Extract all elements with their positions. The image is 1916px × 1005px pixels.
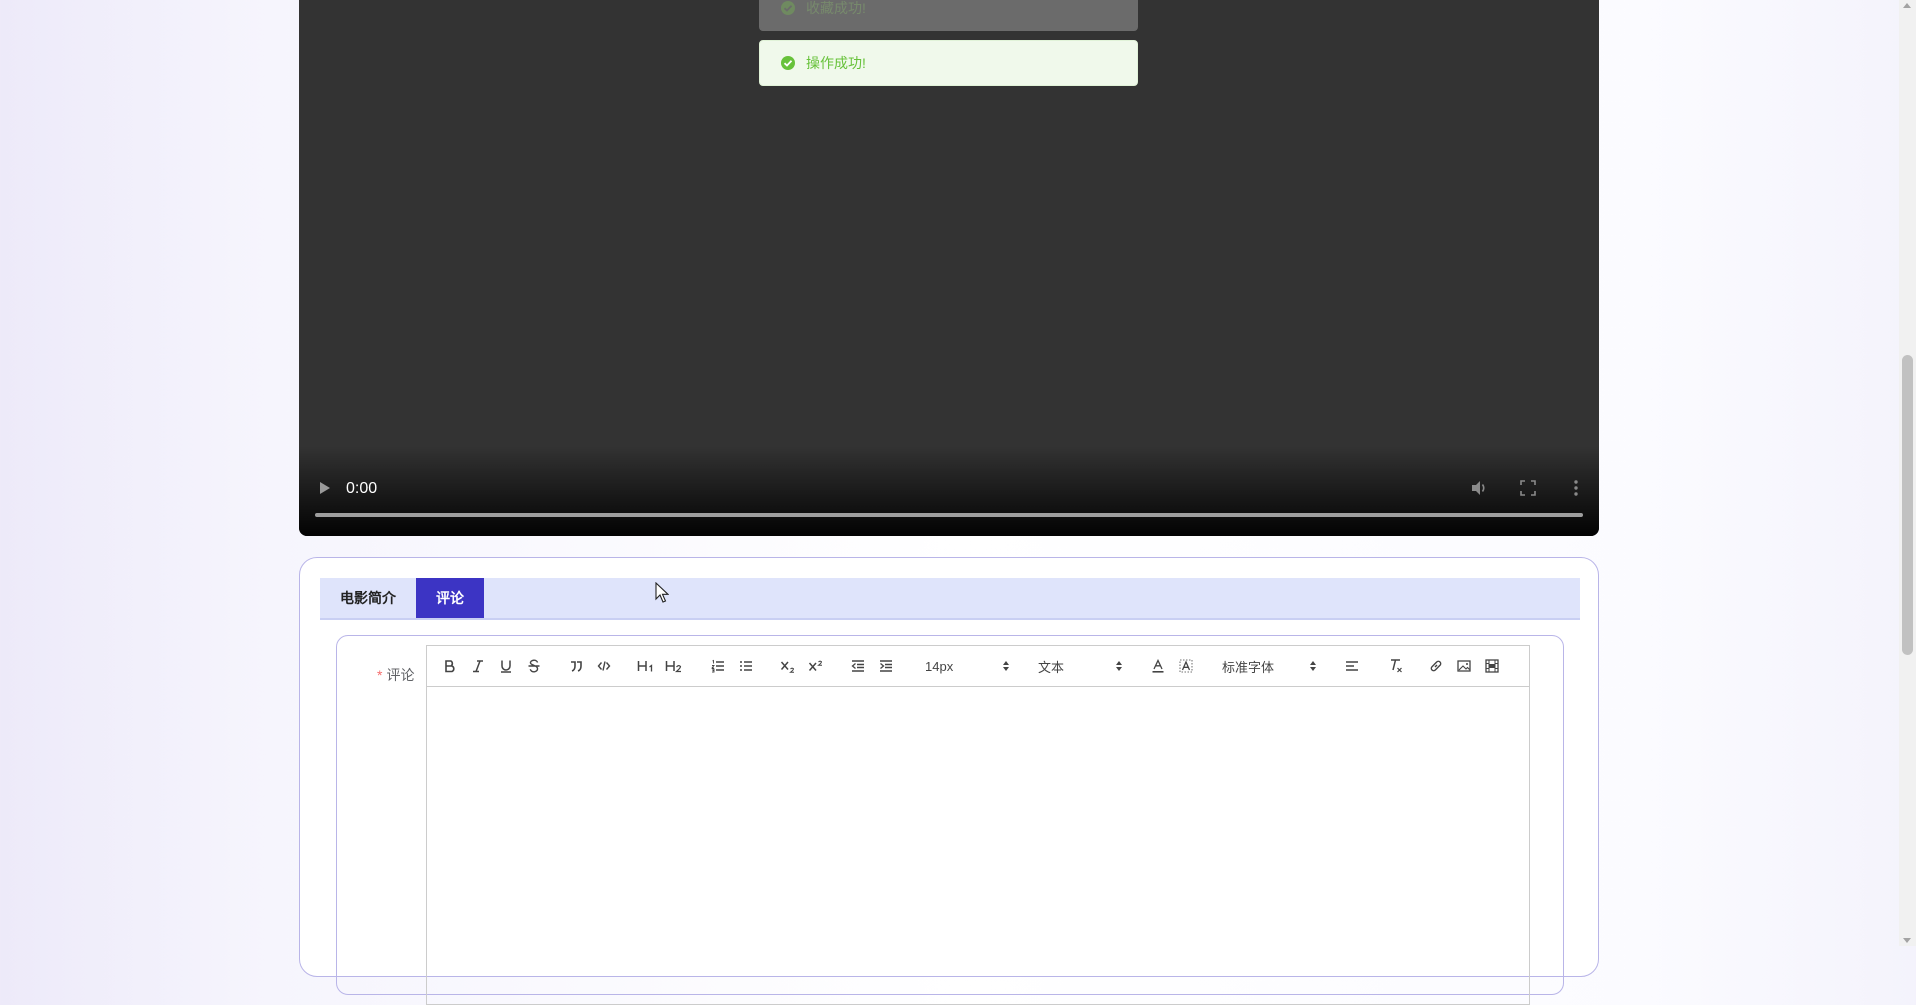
- scrollbar-thumb[interactable]: [1902, 355, 1913, 655]
- select-arrows-icon: [1116, 661, 1122, 671]
- ordered-list-icon[interactable]: [709, 657, 727, 675]
- toast-message: 收藏成功!: [806, 0, 866, 16]
- font-family-select[interactable]: 标准字体: [1222, 657, 1316, 675]
- header2-icon[interactable]: [665, 657, 683, 675]
- comment-form: * 评论 14px 文本 标准字体: [336, 635, 1564, 1005]
- movie-detail-panel: 电影简介 评论 * 评论 14px 文本 标准字体: [299, 557, 1599, 1005]
- align-icon[interactable]: [1343, 657, 1361, 675]
- play-icon[interactable]: [317, 478, 333, 498]
- header-select-value: 文本: [1038, 659, 1065, 675]
- bullet-list-icon[interactable]: [737, 657, 755, 675]
- clean-icon[interactable]: [1387, 657, 1405, 675]
- italic-icon[interactable]: [469, 657, 487, 675]
- toast-operation-success: 操作成功!: [759, 40, 1138, 86]
- subscript-icon[interactable]: [779, 657, 797, 675]
- tab-movie-intro[interactable]: 电影简介: [320, 578, 416, 618]
- underline-icon[interactable]: [497, 657, 515, 675]
- outdent-icon[interactable]: [849, 657, 867, 675]
- toast-message: 操作成功!: [806, 55, 866, 71]
- editor-content[interactable]: [427, 687, 1529, 1004]
- rich-text-editor: 14px 文本 标准字体: [426, 645, 1530, 1005]
- video-controls-gradient: [299, 446, 1599, 536]
- check-circle-icon: [780, 0, 796, 16]
- comment-label-text: 评论: [386, 667, 415, 683]
- bold-icon[interactable]: [441, 657, 459, 675]
- tab-comments[interactable]: 评论: [416, 578, 484, 618]
- scroll-up-icon[interactable]: [1903, 3, 1911, 8]
- video-progress-bar[interactable]: [315, 513, 1583, 517]
- superscript-icon[interactable]: [807, 657, 825, 675]
- check-circle-icon: [780, 55, 796, 71]
- font-size-value: 14px: [925, 658, 954, 674]
- background-icon[interactable]: [1177, 657, 1195, 675]
- strike-icon[interactable]: [525, 657, 543, 675]
- code-block-icon[interactable]: [595, 657, 613, 675]
- video-icon[interactable]: [1483, 657, 1501, 675]
- video-time: 0:00: [346, 480, 378, 497]
- select-arrows-icon: [1003, 661, 1009, 671]
- color-icon[interactable]: [1149, 657, 1167, 675]
- page-scrollbar[interactable]: [1899, 0, 1916, 946]
- tab-bar: 电影简介 评论: [320, 578, 1580, 620]
- indent-icon[interactable]: [877, 657, 895, 675]
- comment-label: * 评论: [377, 665, 414, 685]
- select-arrows-icon: [1310, 661, 1316, 671]
- blockquote-icon[interactable]: [567, 657, 585, 675]
- header1-icon[interactable]: [637, 657, 655, 675]
- image-icon[interactable]: [1455, 657, 1473, 675]
- more-vert-icon[interactable]: [1571, 478, 1581, 498]
- header-select[interactable]: 文本: [1038, 657, 1122, 675]
- font-family-value: 标准字体: [1222, 659, 1275, 675]
- fullscreen-icon[interactable]: [1519, 479, 1537, 497]
- editor-toolbar: 14px 文本 标准字体: [427, 646, 1529, 687]
- toast-favorite-success: 收藏成功!: [759, 0, 1138, 31]
- volume-icon[interactable]: [1469, 478, 1489, 498]
- required-mark: *: [377, 667, 383, 683]
- link-icon[interactable]: [1427, 657, 1445, 675]
- scroll-down-icon[interactable]: [1903, 938, 1911, 943]
- font-size-select[interactable]: 14px: [925, 657, 1009, 675]
